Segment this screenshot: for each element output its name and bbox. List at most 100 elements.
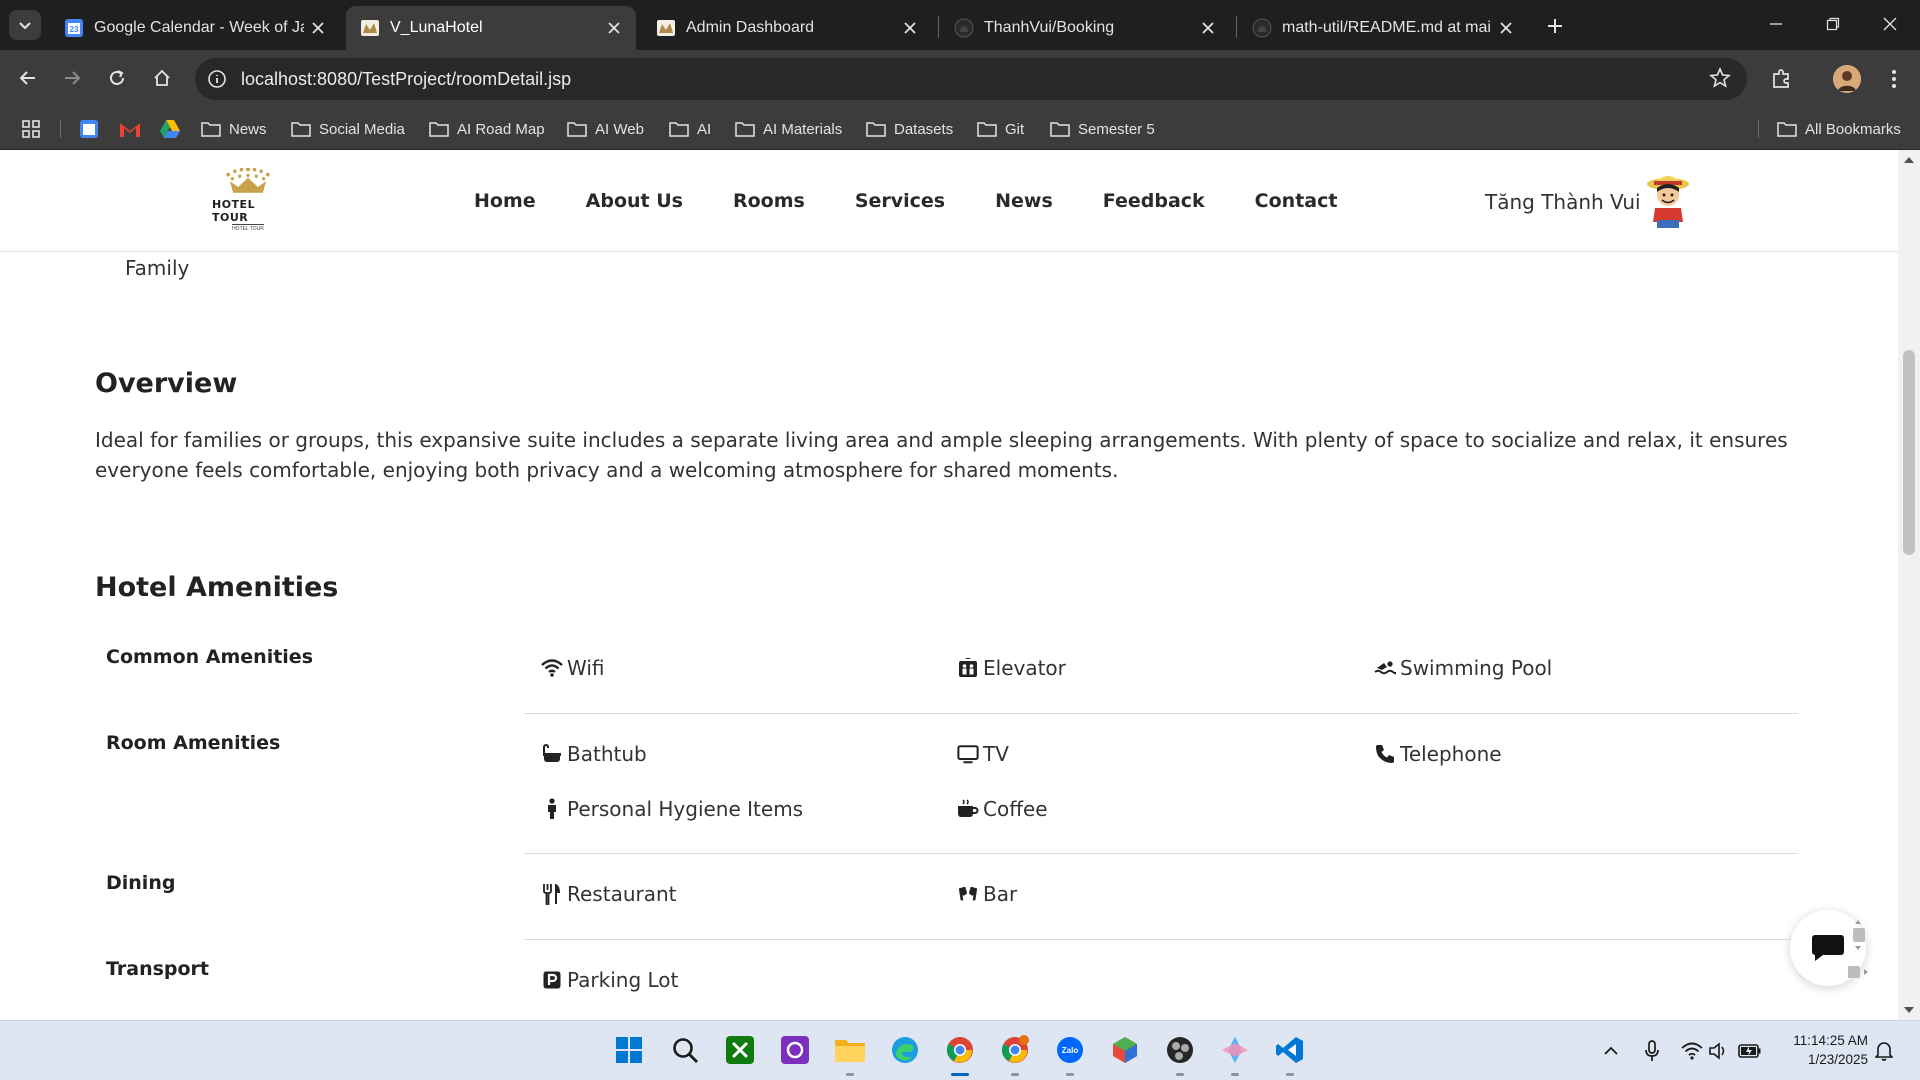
folder-icon xyxy=(1050,122,1070,137)
amenity-item: Swimming Pool xyxy=(1374,656,1552,680)
svg-text:Zalo: Zalo xyxy=(1062,1046,1079,1055)
close-tab-icon[interactable] xyxy=(1194,14,1222,42)
xbox-icon xyxy=(726,1036,754,1064)
folder-icon xyxy=(835,1040,865,1062)
taskbar-gemini-app[interactable] xyxy=(1218,1033,1252,1067)
obs-icon xyxy=(1167,1037,1193,1063)
clock-date: 1/23/2025 xyxy=(1807,1052,1868,1067)
taskbar-clock[interactable]: 11:14:25 AM 1/23/2025 xyxy=(1776,1031,1868,1069)
sparkle-app-icon xyxy=(1222,1037,1248,1063)
bookmark-folder-ai[interactable]: AI xyxy=(669,117,711,141)
tab-v-lunahotel[interactable]: V_LunaHotel xyxy=(346,6,636,50)
kebab-menu-icon xyxy=(1892,70,1896,88)
back-button[interactable] xyxy=(12,62,44,94)
tray-volume[interactable] xyxy=(1706,1039,1730,1063)
chat-scroll-widget[interactable] xyxy=(1848,918,1868,1002)
bookmark-folder-ai-road-map[interactable]: AI Road Map xyxy=(429,117,545,141)
windows-logo-icon xyxy=(616,1037,642,1063)
tray-battery[interactable] xyxy=(1738,1039,1762,1063)
bookmark-folder-ai-materials[interactable]: AI Materials xyxy=(735,117,842,141)
nav-about-us[interactable]: About Us xyxy=(586,190,683,212)
forward-button[interactable] xyxy=(56,62,88,94)
taskbar-vscode[interactable] xyxy=(1273,1033,1307,1067)
bookmark-google-drive[interactable] xyxy=(159,117,181,141)
nav-feedback[interactable]: Feedback xyxy=(1103,190,1205,212)
bookmark-folder-ai-web[interactable]: AI Web xyxy=(567,117,644,141)
profile-avatar[interactable] xyxy=(1833,65,1861,93)
close-tab-icon[interactable] xyxy=(600,14,628,42)
tab-math-util-readme[interactable]: math-util/README.md at main xyxy=(1238,6,1528,50)
bookmark-star-icon[interactable] xyxy=(1709,67,1733,91)
amenity-label: TV xyxy=(983,742,1009,766)
bookmark-label: Semester 5 xyxy=(1078,120,1155,138)
tray-network[interactable] xyxy=(1680,1039,1704,1063)
minimize-icon xyxy=(1770,23,1782,25)
taskbar-chrome-2[interactable] xyxy=(998,1033,1032,1067)
nav-home[interactable]: Home xyxy=(474,190,536,212)
browser-menu-button[interactable] xyxy=(1882,63,1906,95)
folder-icon xyxy=(735,122,755,137)
zalo-icon: Zalo xyxy=(1057,1037,1083,1063)
taskbar-edge[interactable] xyxy=(888,1033,922,1067)
bookmarks-bar: News Social Media AI Road Map AI Web AI … xyxy=(0,108,1920,150)
taskbar-obs[interactable] xyxy=(1163,1033,1197,1067)
site-info-icon[interactable] xyxy=(205,67,229,91)
reload-button[interactable] xyxy=(101,62,133,94)
page-scrollbar[interactable] xyxy=(1898,150,1920,1020)
tray-overflow-button[interactable] xyxy=(1599,1039,1623,1063)
site-logo[interactable]: HOTEL TOUR HOTEL TOUR xyxy=(212,168,284,232)
amenity-label: Parking Lot xyxy=(567,968,679,992)
minimize-button[interactable] xyxy=(1752,6,1800,42)
bookmark-folder-semester-5[interactable]: Semester 5 xyxy=(1050,117,1155,141)
user-name[interactable]: Tăng Thành Vui xyxy=(1485,190,1641,214)
tab-thanhvui-booking[interactable]: ThanhVui/Booking xyxy=(940,6,1230,50)
chrome-icon xyxy=(946,1037,973,1063)
amenity-item: Parking Lot xyxy=(541,968,678,992)
amenity-label: Swimming Pool xyxy=(1400,656,1553,680)
bookmark-folder-git[interactable]: Git xyxy=(977,117,1024,141)
github-icon xyxy=(1252,18,1272,38)
nav-news[interactable]: News xyxy=(995,190,1053,212)
tab-google-calendar[interactable]: 23 Google Calendar - Week of Janu xyxy=(50,6,340,50)
nav-services[interactable]: Services xyxy=(855,190,945,212)
taskbar-cube-app[interactable] xyxy=(1108,1033,1142,1067)
notification-center-button[interactable] xyxy=(1872,1039,1896,1063)
home-button[interactable] xyxy=(146,62,178,94)
taskbar-zalo[interactable]: Zalo xyxy=(1053,1033,1087,1067)
new-tab-button[interactable] xyxy=(1541,12,1569,40)
bookmark-folder-social-media[interactable]: Social Media xyxy=(291,117,405,141)
bookmark-google-calendar[interactable] xyxy=(79,117,99,141)
bookmark-label: AI xyxy=(697,120,712,138)
google-calendar-icon: 23 xyxy=(64,18,84,38)
start-button[interactable] xyxy=(612,1033,646,1067)
amenity-label: Bathtub xyxy=(567,742,647,766)
logo-subtext: HOTEL TOUR xyxy=(232,224,264,232)
apps-grid-button[interactable] xyxy=(21,117,41,141)
address-bar[interactable]: localhost:8080/TestProject/roomDetail.js… xyxy=(195,58,1747,100)
tab-search-button[interactable] xyxy=(9,10,41,40)
scrollbar-thumb[interactable] xyxy=(1903,350,1915,555)
close-tab-icon[interactable] xyxy=(896,14,924,42)
all-bookmarks-button[interactable]: All Bookmarks xyxy=(1777,117,1901,141)
nav-rooms[interactable]: Rooms xyxy=(733,190,805,212)
tab-admin-dashboard[interactable]: Admin Dashboard xyxy=(642,6,932,50)
bookmark-gmail[interactable] xyxy=(119,117,141,141)
folder-icon xyxy=(1777,122,1797,137)
user-avatar[interactable] xyxy=(1645,170,1691,230)
close-tab-icon[interactable] xyxy=(304,14,332,42)
taskbar-search-button[interactable] xyxy=(668,1033,702,1067)
taskbar-chrome-active[interactable] xyxy=(943,1033,977,1067)
web-page: HOTEL TOUR HOTEL TOUR Home About Us Room… xyxy=(0,150,1898,1020)
extensions-button[interactable] xyxy=(1765,63,1797,95)
restore-button[interactable] xyxy=(1809,6,1857,42)
nav-contact[interactable]: Contact xyxy=(1255,190,1338,212)
tray-microphone[interactable] xyxy=(1640,1039,1664,1063)
taskbar-photo-app[interactable] xyxy=(778,1033,812,1067)
taskbar-xbox[interactable] xyxy=(723,1033,757,1067)
close-tab-icon[interactable] xyxy=(1492,14,1520,42)
bookmark-folder-news[interactable]: News xyxy=(201,117,267,141)
main-nav: Home About Us Rooms Services News Feedba… xyxy=(474,190,1387,212)
close-window-button[interactable] xyxy=(1866,6,1914,42)
bookmark-folder-datasets[interactable]: Datasets xyxy=(866,117,953,141)
taskbar-file-explorer[interactable] xyxy=(833,1033,867,1067)
